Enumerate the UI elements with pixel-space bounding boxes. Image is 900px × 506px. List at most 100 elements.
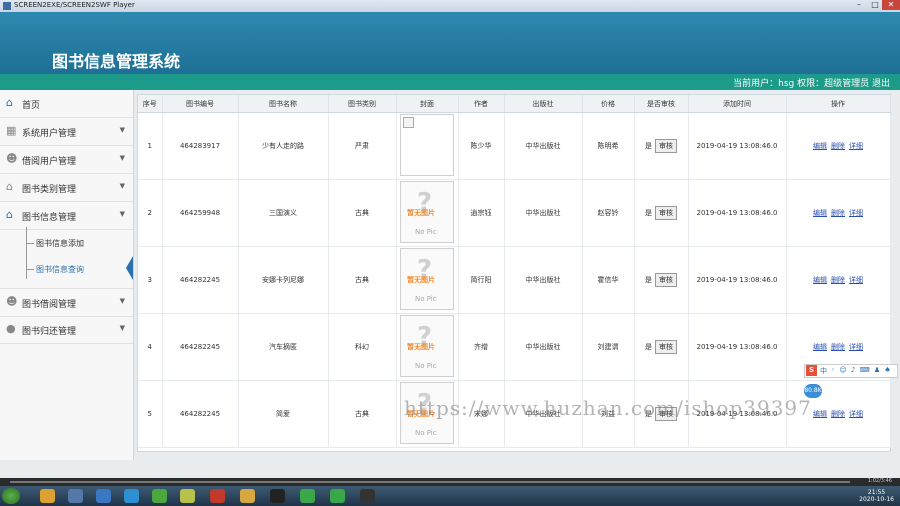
app-icon[interactable] [68,489,83,503]
active-marker [126,256,133,280]
sidebar-item-borrow-users[interactable]: ☻ 借阅用户管理 ▼ [0,146,133,174]
sidebar-item-label: 首页 [22,101,41,111]
home-icon: ⌂ [6,208,13,221]
audit-button[interactable]: 审核 [655,206,677,220]
sidebar-item-book-category[interactable]: ⌂ 图书类别管理 ▼ [0,174,133,202]
system-tray[interactable]: 21:55 2020-10-16 [708,488,896,504]
column-header: 操作 [786,95,891,113]
wechat-icon[interactable] [300,489,315,503]
sidebar-item-borrow[interactable]: ☻ 图书借阅管理 ▼ [0,288,133,317]
book-name: 简爱 [238,380,329,448]
book-author: 简行阳 [458,246,505,314]
column-header: 出版社 [504,95,583,113]
no-image-label-en: No Pic [415,228,437,236]
app-header: 图书信息管理系统 [0,12,900,74]
minimize-button[interactable]: – [852,0,866,10]
ime-toolbar[interactable]: S 中 ◦ ☺ ♪ ⌨ ♟ ♠ [804,364,898,378]
close-button[interactable]: ✕ [882,0,900,10]
delete-link[interactable]: 删除 [831,209,845,217]
ime-tools[interactable]: ◦ ☺ ♪ ⌨ ♟ ♠ [831,366,892,374]
sidebar-subitem-book-add[interactable]: 图书信息添加 [0,230,133,256]
app-icon[interactable] [96,489,111,503]
taskbar: 21:55 2020-10-16 [0,486,900,506]
player-progress-track[interactable] [10,481,850,483]
chevron-down-icon: ▼ [119,182,125,190]
no-image-label: 暂无图片 [407,276,435,284]
watermark-text: https://www.huzhan.com/ishop39397 [404,396,812,420]
detail-link[interactable]: 详细 [849,209,863,217]
added-time: 2019-04-19 13:08:46.0 [688,313,787,381]
clock[interactable]: 21:55 2020-10-16 [859,489,894,503]
audit-cell: 是审核 [634,246,689,314]
ime-mode[interactable]: 中 [820,366,827,376]
chrome-icon[interactable] [40,489,55,503]
audit-status: 是 [645,343,652,351]
audit-button[interactable]: 审核 [655,139,677,153]
no-image-label: 暂无图片 [407,343,435,351]
home-icon: ⌂ [6,180,13,193]
user-info-bar: 当前用户：hsg 权限：超级管理员 退出 [0,74,900,90]
edit-link[interactable]: 编辑 [813,209,827,217]
column-header: 是否审核 [634,95,689,113]
edit-link[interactable]: 编辑 [813,142,827,150]
maximize-button[interactable]: □ [868,0,882,10]
sidebar-item-label: 借阅用户管理 [22,157,77,167]
book-price: 霍信华 [582,246,635,314]
detail-link[interactable]: 详细 [849,343,863,351]
chevron-down-icon: ▼ [119,154,125,162]
sidebar-item-system-users[interactable]: ▦ 系统用户管理 ▼ [0,118,133,146]
app-icon[interactable] [124,489,139,503]
users-icon: ☻ [6,295,18,308]
app-icon[interactable] [180,489,195,503]
book-publisher: 中华出版社 [504,179,583,247]
sidebar-item-book-info[interactable]: ⌂ 图书信息管理 ▼ [0,202,133,230]
clock-date: 2020-10-16 [859,496,894,503]
book-id: 464282245 [162,313,239,381]
book-category: 古典 [328,380,397,448]
delete-link[interactable]: 删除 [831,343,845,351]
edit-link[interactable]: 编辑 [813,343,827,351]
grid-icon: ▦ [6,124,17,137]
flash-icon[interactable] [210,489,225,503]
qq-icon[interactable] [270,489,285,503]
detail-link[interactable]: 详细 [849,142,863,150]
book-cover-image [400,114,454,176]
start-button[interactable] [2,488,20,504]
column-header: 序号 [138,95,163,113]
ime-logo-icon[interactable]: S [806,365,817,376]
detail-link[interactable]: 详细 [849,276,863,284]
sidebar-item-label: 系统用户管理 [22,129,77,139]
audit-status: 是 [645,276,652,284]
chevron-down-icon: ▼ [119,210,125,218]
book-id: 464282245 [162,380,239,448]
sidebar-item-label: 图书信息管理 [22,213,77,223]
recorder-icon[interactable] [360,489,375,503]
book-category: 古典 [328,179,397,247]
app-icon[interactable] [152,489,167,503]
chevron-down-icon: ▼ [119,126,125,134]
audit-button[interactable]: 审核 [655,340,677,354]
sidebar-item-return[interactable]: ● 图书归还管理 ▼ [0,316,133,344]
sidebar-subitem-book-query[interactable]: 图书信息查询 [0,256,133,282]
edit-link[interactable]: 编辑 [813,276,827,284]
edit-link[interactable]: 编辑 [813,410,827,418]
folder-icon[interactable] [240,489,255,503]
column-header: 图书编号 [162,95,239,113]
book-category: 科幻 [328,313,397,381]
row-number: 4 [138,313,163,381]
audit-button[interactable]: 审核 [655,273,677,287]
book-author: 陈少华 [458,112,505,180]
audit-cell: 是审核 [634,179,689,247]
delete-link[interactable]: 删除 [831,142,845,150]
delete-link[interactable]: 删除 [831,276,845,284]
chevron-down-icon: ▼ [119,324,125,332]
book-price: 陈明希 [582,112,635,180]
app-icon [3,2,11,10]
delete-link[interactable]: 删除 [831,410,845,418]
user-info[interactable]: 当前用户：hsg 权限：超级管理员 退出 [733,76,890,89]
broken-image-icon [403,117,414,128]
table-row: 3 464282245 安娜卡列尼娜 古典? 暂无图片 No Pic 简行阳 中华出版社 霍信华… [138,246,891,314]
app-icon[interactable] [330,489,345,503]
sidebar-item-home[interactable]: ⌂ 首页 [0,90,133,118]
detail-link[interactable]: 详细 [849,410,863,418]
